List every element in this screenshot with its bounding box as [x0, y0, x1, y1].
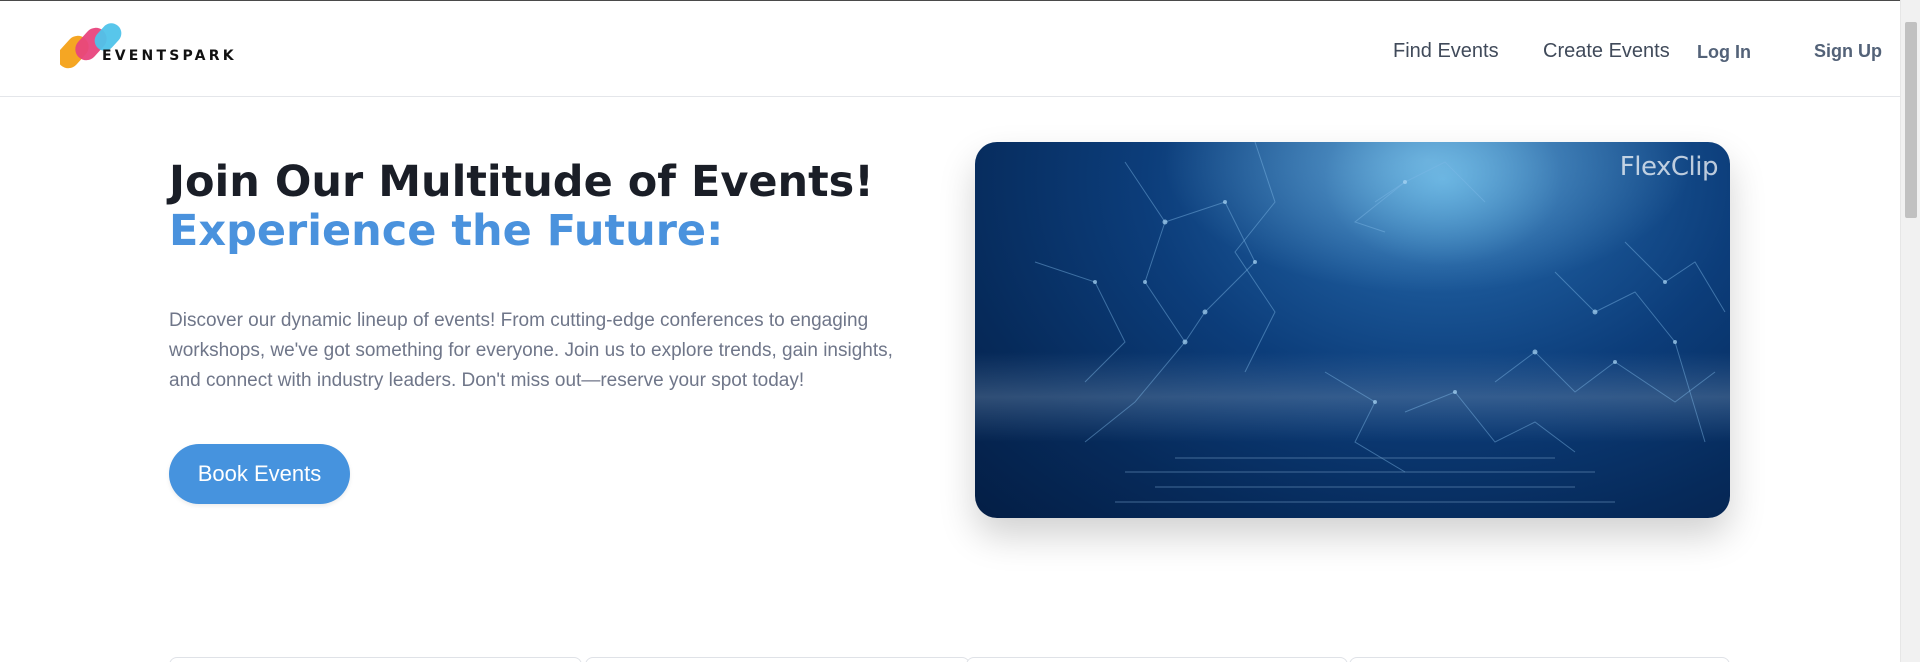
vertical-scrollbar[interactable] — [1900, 0, 1920, 662]
nav-find-events[interactable]: Find Events — [1393, 40, 1499, 63]
hero-video[interactable]: FlexClip — [975, 142, 1730, 518]
eventspark-logo-icon — [60, 23, 122, 69]
nav-log-in[interactable]: Log In — [1697, 42, 1751, 63]
video-watermark: FlexClip — [1619, 152, 1719, 182]
page: EVENTSPARK Find Events Create Events Log… — [0, 0, 1900, 662]
scrollbar-thumb[interactable] — [1905, 22, 1917, 218]
event-card[interactable] — [966, 657, 1348, 662]
network-background-graphic — [975, 142, 1730, 518]
event-card[interactable] — [1349, 657, 1730, 662]
brand-wordmark: EVENTSPARK — [102, 48, 237, 64]
brand-logo[interactable]: EVENTSPARK — [60, 22, 250, 72]
nav-sign-up[interactable]: Sign Up — [1814, 41, 1882, 62]
hero-description: Discover our dynamic lineup of events! F… — [169, 310, 893, 391]
site-header: EVENTSPARK Find Events Create Events Log… — [0, 2, 1900, 97]
book-events-button[interactable]: Book Events — [169, 444, 350, 504]
hero-title: Join Our Multitude of Events! — [169, 157, 874, 207]
event-card[interactable] — [585, 657, 970, 662]
event-cards-row — [169, 657, 1730, 662]
hero-subtitle: Experience the Future: — [169, 206, 724, 256]
event-card[interactable] — [169, 657, 582, 662]
nav-create-events[interactable]: Create Events — [1543, 40, 1670, 63]
